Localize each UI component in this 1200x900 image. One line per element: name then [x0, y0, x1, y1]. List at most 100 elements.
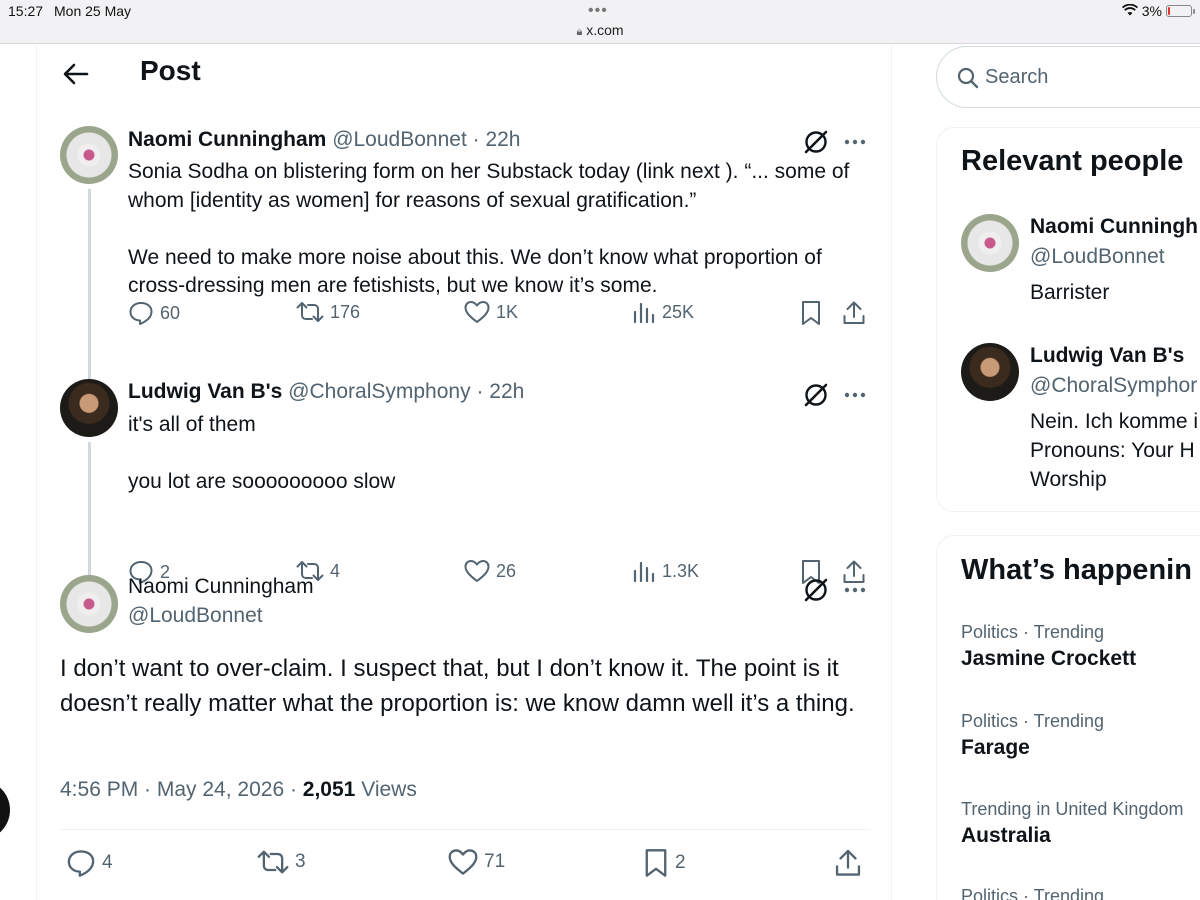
bookmark-button[interactable]: [800, 300, 822, 326]
grok-icon[interactable]: [803, 577, 829, 603]
trend-meta: Trending in United Kingdom: [961, 799, 1184, 819]
reply-icon: [129, 302, 153, 325]
trend-item[interactable]: Politics · Trending Jasmine Crockett: [961, 622, 1200, 671]
author-name[interactable]: Ludwig Van B's: [128, 380, 282, 403]
post-actions: 60 176 1K 25K: [128, 300, 878, 328]
post-author-row: Naomi Cunningham @LoudBonnet · 22h: [128, 128, 521, 152]
reply-count: 60: [160, 302, 181, 323]
divider: [60, 829, 870, 830]
author-handle[interactable]: @LoudBonnet: [332, 128, 467, 151]
trend-item[interactable]: Politics · Trending: [961, 886, 1200, 900]
battery-icon: [1166, 5, 1195, 17]
share-button[interactable]: [842, 300, 866, 326]
main-column: Post Naomi Cunningham @LoudBonnet · 22h …: [36, 45, 892, 900]
like-icon: [464, 301, 490, 323]
post-text-paragraph: you lot are sooooooooo slow: [128, 470, 396, 493]
like-count: 1K: [496, 301, 519, 322]
bookmark-count: 2: [675, 852, 686, 873]
person-handle[interactable]: @LoudBonnet: [1030, 245, 1165, 269]
repost-icon: [296, 302, 324, 322]
like-count: 71: [484, 851, 506, 872]
avatar[interactable]: [60, 126, 118, 184]
thread-post-1[interactable]: Naomi Cunningham @LoudBonnet · 22h Sonia…: [37, 123, 893, 379]
more-icon[interactable]: [843, 383, 867, 407]
relevant-person[interactable]: Naomi Cunningh @LoudBonnet Barrister: [937, 213, 1200, 323]
person-bio: Barrister: [1030, 281, 1110, 304]
search-input[interactable]: Search: [936, 46, 1200, 108]
person-name[interactable]: Ludwig Van B's: [1030, 344, 1184, 368]
reply-count: 4: [102, 852, 113, 873]
status-right: 3%: [1121, 3, 1195, 19]
trends-title: What’s happenin: [961, 554, 1192, 586]
back-button[interactable]: [59, 57, 93, 91]
tab-overview-dots-icon[interactable]: •••: [588, 2, 608, 20]
bookmark-button[interactable]: 2: [643, 848, 686, 878]
views-count: 25K: [662, 301, 695, 322]
status-date: Mon 25 May: [54, 3, 132, 19]
avatar[interactable]: [961, 343, 1019, 401]
post-time[interactable]: · 22h: [476, 380, 524, 403]
post-text: Sonia Sodha on blistering form on her Su…: [128, 158, 878, 301]
repost-count: 176: [330, 301, 361, 322]
grok-icon[interactable]: [803, 129, 829, 155]
author-name[interactable]: Naomi Cunningham: [128, 128, 326, 151]
post-author-row: Ludwig Van B's @ChoralSymphony · 22h: [128, 380, 524, 404]
focus-post-author: Naomi Cunningham @LoudBonnet: [37, 572, 893, 662]
trend-name: Jasmine Crockett: [961, 647, 1137, 670]
trend-item[interactable]: Trending in United Kingdom Australia: [961, 799, 1200, 848]
person-name[interactable]: Naomi Cunningh: [1030, 215, 1198, 239]
more-icon[interactable]: [843, 130, 867, 154]
thread-connector: [88, 189, 91, 379]
page-title: Post: [140, 55, 201, 86]
trend-name: Farage: [961, 736, 1030, 759]
post-text-paragraph: Sonia Sodha on blistering form on her Su…: [128, 160, 850, 212]
lock-icon: 🔒︎: [576, 26, 583, 38]
share-button[interactable]: [834, 848, 862, 878]
status-time: 15:27: [8, 3, 44, 19]
floating-button-edge[interactable]: [0, 780, 10, 840]
battery-percent: 3%: [1141, 3, 1162, 19]
grok-icon[interactable]: [803, 382, 829, 408]
focus-post-actions: 4 3 71 2: [60, 848, 870, 882]
relevant-person[interactable]: Ludwig Van B's @ChoralSymphor Nein. Ich …: [937, 342, 1200, 502]
reply-button[interactable]: 4: [66, 848, 113, 878]
person-handle[interactable]: @ChoralSymphor: [1030, 374, 1197, 398]
trend-name: Australia: [961, 824, 1051, 847]
repost-icon: [257, 850, 289, 874]
avatar[interactable]: [961, 214, 1019, 272]
post-header: Post: [37, 45, 893, 100]
post-text-paragraph: We need to make more noise about this. W…: [128, 245, 822, 298]
author-name[interactable]: Naomi Cunningham: [128, 575, 314, 599]
post-text-paragraph: it's all of them: [128, 413, 256, 436]
share-icon: [843, 301, 865, 324]
author-handle[interactable]: @ChoralSymphony: [288, 380, 470, 403]
trend-item[interactable]: Politics · Trending Farage: [961, 711, 1200, 760]
avatar[interactable]: [60, 379, 118, 437]
bookmark-icon: [802, 301, 820, 325]
repost-button[interactable]: 3: [257, 848, 306, 876]
repost-button[interactable]: 176: [296, 300, 360, 324]
trend-meta: Politics · Trending: [961, 886, 1105, 900]
like-button[interactable]: 1K: [464, 300, 518, 324]
battery-fill: [1168, 7, 1170, 15]
reply-button[interactable]: 60: [128, 300, 180, 326]
bookmark-icon: [645, 849, 667, 877]
author-handle[interactable]: @LoudBonnet: [128, 604, 263, 628]
views-count: 2,051: [302, 778, 356, 801]
views-button[interactable]: 25K: [632, 300, 694, 324]
like-icon: [448, 849, 478, 875]
more-icon[interactable]: [843, 578, 867, 602]
post-meta: 4:56 PM · May 24, 2026 · 2,051 Views: [60, 778, 417, 802]
post-text: it's all of them you lot are sooooooooo …: [128, 411, 878, 497]
like-button[interactable]: 71: [448, 848, 505, 876]
trends-panel: What’s happenin Politics · Trending Jasm…: [936, 535, 1200, 900]
search-icon: [957, 67, 979, 89]
post-timestamp[interactable]: 4:56 PM · May 24, 2026 ·: [60, 778, 297, 801]
post-time[interactable]: · 22h: [473, 128, 521, 151]
address-bar[interactable]: 🔒︎ x.com: [0, 22, 1200, 39]
reply-icon: [67, 850, 95, 877]
avatar[interactable]: [60, 575, 118, 633]
search-placeholder: Search: [985, 66, 1049, 88]
share-icon: [835, 849, 861, 876]
status-bar: 15:27 Mon 25 May ••• 🔒︎ x.com 3%: [0, 0, 1200, 44]
